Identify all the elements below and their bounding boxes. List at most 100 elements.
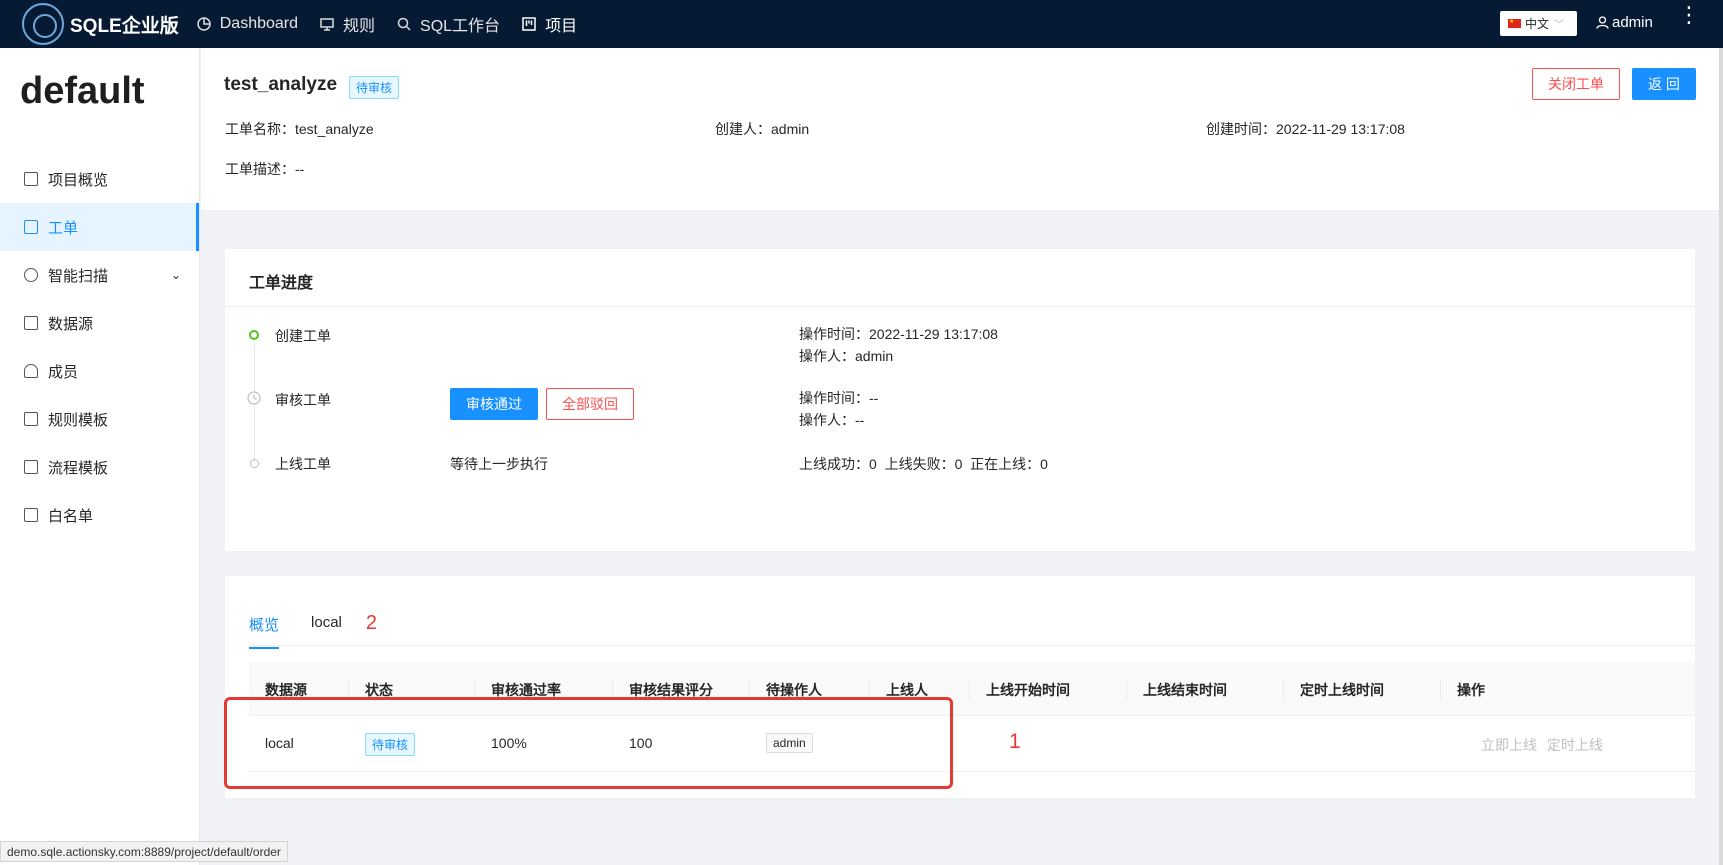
scan-icon	[24, 268, 38, 282]
column-separator	[1283, 680, 1284, 700]
created-time-field: 创建时间：2022-11-29 13:17:08	[1206, 121, 1405, 137]
page-scrollbar[interactable]	[1719, 48, 1723, 865]
status-badge: 待审核	[349, 76, 400, 99]
step-review-info: 操作时间：-- 操作人：--	[799, 387, 878, 431]
sidebar-item-label: 白名单	[48, 507, 94, 525]
order-name-field: 工单名称：test_analyze	[225, 121, 374, 137]
column-separator	[969, 680, 970, 700]
annotation-highlight-box	[224, 697, 953, 789]
progress-card: 工单进度 创建工单 操作时间：2022-11-29 13:17:08 操作人：a…	[225, 249, 1695, 551]
column-header: 操作	[1457, 682, 1485, 698]
tab-bar: 概览 local 2	[249, 612, 377, 649]
overview-icon	[24, 172, 38, 186]
project-sidebar: default 项目概览 工单 智能扫描 ⌄ 数据源 成员 规则模板 流程模板 白…	[0, 48, 200, 865]
sidebar-item-label: 规则模板	[48, 411, 109, 429]
sidebar-item-label: 项目概览	[48, 171, 109, 189]
nav-label: 项目	[545, 18, 578, 35]
approve-button[interactable]: 审核通过	[450, 388, 538, 420]
chevron-down-icon: ﹀	[1554, 20, 1565, 31]
browser-status-bar: demo.sqle.actionsky.com:8889/project/def…	[0, 841, 288, 862]
sidebar-item-label: 智能扫描	[48, 267, 109, 285]
main-nav: Dashboard 规则 SQL工作台 项目	[196, 12, 599, 36]
order-title: test_analyze	[224, 74, 338, 95]
annotation-number: 1	[1009, 730, 1021, 753]
user-menu[interactable]: admin	[1596, 14, 1653, 31]
sidebar-menu: 项目概览 工单 智能扫描 ⌄ 数据源 成员 规则模板 流程模板 白名单	[0, 155, 199, 539]
operation-time: 操作时间：2022-11-29 13:17:08	[799, 326, 998, 342]
sidebar-item-orders[interactable]: 工单	[0, 203, 199, 251]
flow-icon	[24, 460, 38, 474]
annotation-number: 2	[365, 612, 377, 634]
chevron-down-icon: ⌄	[170, 268, 181, 282]
logo-gear-icon	[22, 3, 64, 45]
nav-label: SQL工作台	[420, 18, 501, 35]
back-button[interactable]: 返 回	[1632, 68, 1696, 100]
tabs-divider	[249, 645, 1695, 646]
nav-dashboard[interactable]: Dashboard	[196, 15, 299, 33]
search-icon	[397, 17, 411, 31]
logo[interactable]: SQLE企业版	[22, 3, 179, 45]
timeline-dot-pending	[250, 459, 259, 468]
step-review-label: 审核工单	[275, 392, 331, 408]
monitor-icon	[320, 18, 334, 31]
order-header: test_analyze 待审核 关闭工单 返 回 工单名称：test_anal…	[201, 48, 1721, 210]
progress-title: 工单进度	[249, 275, 314, 292]
reject-all-button[interactable]: 全部驳回	[546, 388, 634, 420]
column-separator	[1126, 680, 1127, 700]
sidebar-item-members[interactable]: 成员	[0, 347, 199, 395]
sidebar-item-label: 数据源	[48, 315, 94, 333]
release-now-link[interactable]: 立即上线	[1481, 737, 1537, 753]
nav-label: Dashboard	[219, 15, 299, 32]
username: admin	[1612, 14, 1653, 31]
sidebar-item-overview[interactable]: 项目概览	[0, 155, 199, 203]
user-icon	[24, 364, 38, 378]
project-name: default	[20, 70, 145, 112]
china-flag-icon	[1508, 18, 1521, 28]
waiting-text: 等待上一步执行	[450, 456, 548, 472]
close-order-button[interactable]: 关闭工单	[1532, 68, 1620, 100]
list-file-icon	[24, 508, 38, 522]
operator: 操作人：--	[799, 412, 865, 428]
nav-rules[interactable]: 规则	[320, 12, 375, 36]
sidebar-item-whitelist[interactable]: 白名单	[0, 491, 199, 539]
tab-local[interactable]: local	[311, 614, 342, 649]
operator: 操作人：admin	[799, 348, 894, 364]
sidebar-item-label: 成员	[48, 363, 79, 381]
pie-chart-icon	[196, 17, 211, 31]
list-icon	[24, 220, 38, 234]
timeline-dot-done	[249, 330, 259, 340]
timeline-line	[254, 341, 255, 395]
description-field: 工单描述：--	[225, 161, 305, 177]
sidebar-item-smart-scan[interactable]: 智能扫描 ⌄	[0, 251, 199, 299]
tab-overview[interactable]: 概览	[249, 614, 280, 649]
sidebar-item-datasource[interactable]: 数据源	[0, 299, 199, 347]
clock-icon	[247, 391, 261, 405]
database-icon	[24, 316, 38, 330]
release-stats: 上线成功：0 上线失败：0 正在上线：0	[799, 456, 1048, 472]
file-icon	[24, 412, 38, 426]
logo-text: SQLE企业版	[70, 15, 179, 37]
column-header: 上线结束时间	[1143, 682, 1227, 698]
sidebar-item-workflow-templates[interactable]: 流程模板	[0, 443, 199, 491]
column-header: 上线开始时间	[986, 682, 1070, 698]
project-icon	[522, 17, 536, 31]
step-create-label: 创建工单	[275, 328, 331, 344]
scheduled-release-link[interactable]: 定时上线	[1547, 737, 1603, 753]
top-navigation-bar: SQLE企业版 Dashboard 规则 SQL工作台 项目 中文 ﹀ admi…	[0, 0, 1723, 48]
timeline-line	[254, 405, 255, 463]
user-icon	[1596, 16, 1609, 29]
column-header: 定时上线时间	[1300, 682, 1384, 698]
step-create-info: 操作时间：2022-11-29 13:17:08 操作人：admin	[799, 323, 998, 367]
nav-projects[interactable]: 项目	[522, 12, 577, 36]
more-menu-icon[interactable]: ⋮	[1678, 4, 1700, 26]
nav-label: 规则	[343, 18, 376, 35]
sidebar-item-rule-templates[interactable]: 规则模板	[0, 395, 199, 443]
operation-time: 操作时间：--	[799, 390, 879, 406]
language-label: 中文	[1525, 17, 1550, 31]
sidebar-item-label: 流程模板	[48, 459, 109, 477]
column-separator	[1440, 680, 1441, 700]
nav-sql-workbench[interactable]: SQL工作台	[397, 12, 500, 36]
creator-field: 创建人：admin	[715, 121, 810, 137]
divider	[225, 306, 1695, 307]
language-select[interactable]: 中文 ﹀	[1500, 11, 1577, 36]
